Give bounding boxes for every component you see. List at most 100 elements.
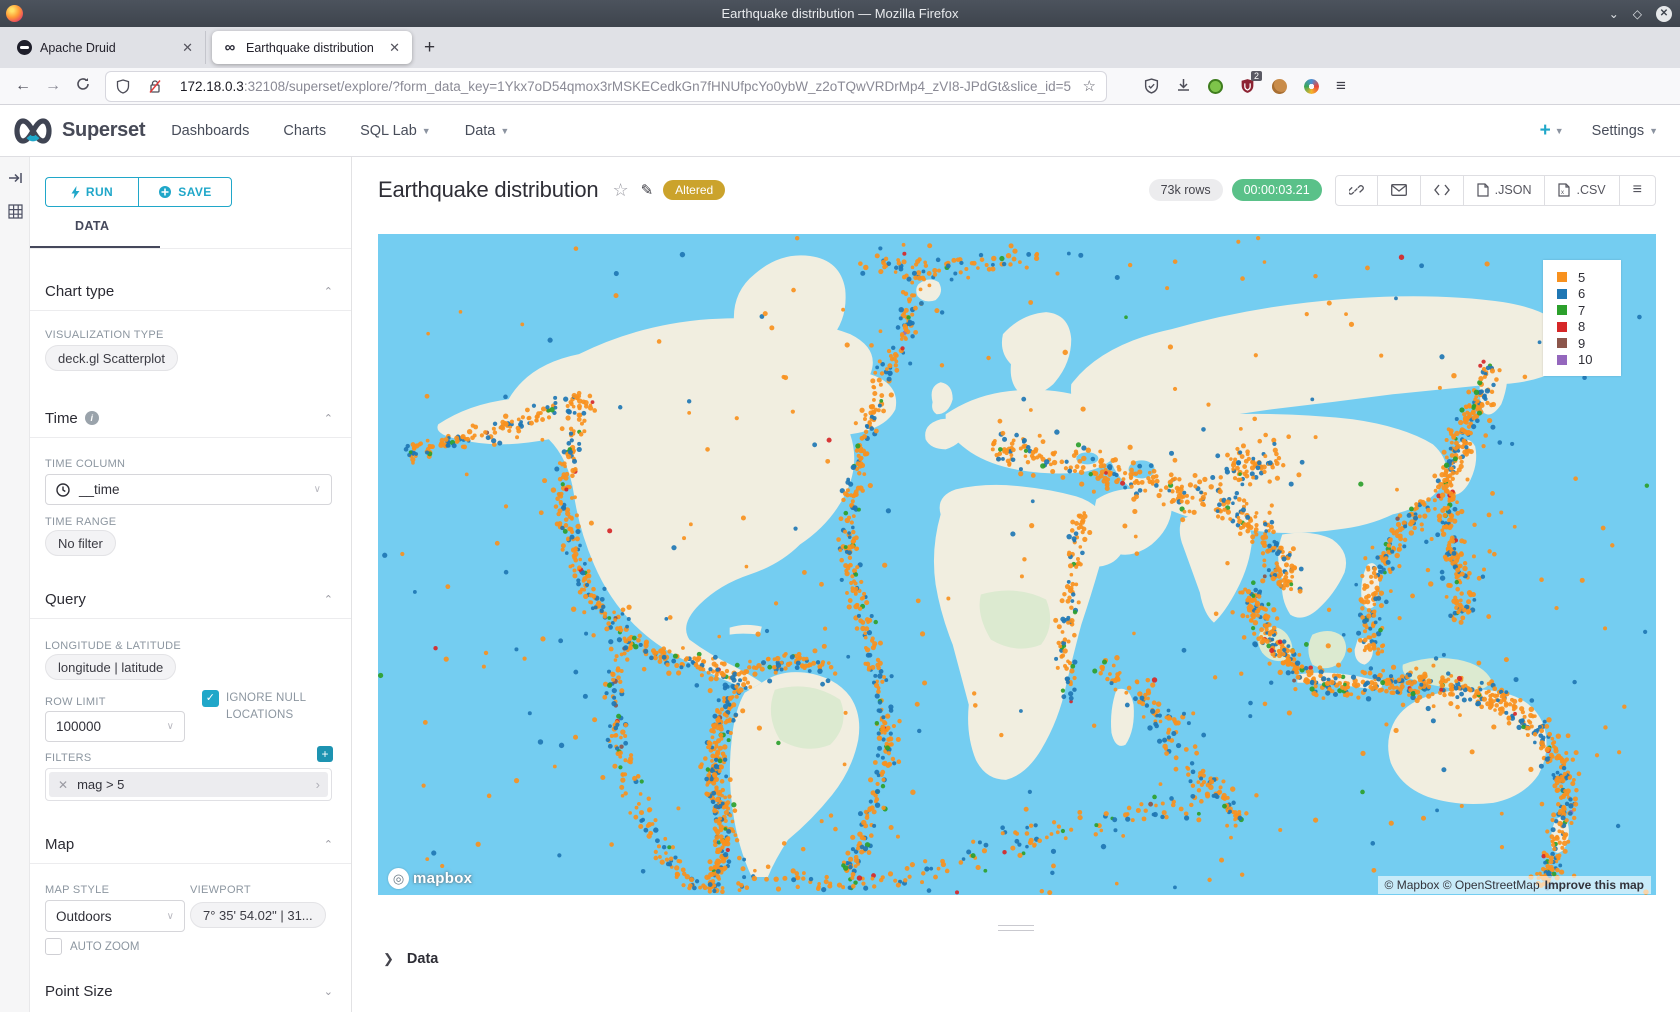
back-button[interactable]: ←	[8, 77, 38, 95]
chevron-down-icon: ▼	[500, 126, 509, 136]
data-panel-label: Data	[407, 951, 438, 967]
legend-item[interactable]: 9	[1557, 335, 1615, 352]
chevron-down-icon: ∨	[167, 721, 174, 732]
ignore-null-control[interactable]: ✓ IGNORE NULL LOCATIONS	[202, 690, 328, 724]
legend-item[interactable]: 5	[1557, 269, 1615, 286]
collapse-panel-icon[interactable]	[0, 166, 30, 190]
lonlat-value[interactable]: longitude | latitude	[45, 654, 176, 680]
data-panel-toggle[interactable]: ❯ Data	[383, 951, 438, 967]
mapbox-logo[interactable]: ◎ mapbox	[388, 868, 472, 889]
tab-close-icon[interactable]: ✕	[180, 40, 195, 56]
time-range-value[interactable]: No filter	[45, 530, 116, 556]
section-time[interactable]: Timei ⌃	[45, 399, 333, 437]
link-icon	[1349, 183, 1364, 198]
url-text[interactable]: 172.18.0.3:32108/superset/explore/?form_…	[180, 79, 1075, 94]
chevron-down-icon: ▼	[1649, 126, 1658, 136]
legend-swatch	[1557, 338, 1567, 348]
run-button[interactable]: RUN	[45, 177, 138, 207]
superset-logo[interactable]: Superset	[10, 116, 145, 146]
map-canvas[interactable]: 5678910 ◎ mapbox © Mapbox © OpenStreetMa…	[378, 234, 1656, 895]
legend-item[interactable]: 6	[1557, 286, 1615, 303]
code-icon	[1434, 184, 1450, 196]
short-link-button[interactable]	[1336, 176, 1378, 205]
add-new-button[interactable]: +▼	[1540, 120, 1564, 142]
legend-label: 10	[1578, 352, 1592, 367]
view-query-button[interactable]	[1421, 176, 1464, 205]
nav-sql-lab[interactable]: SQL Lab▼	[360, 123, 431, 139]
forward-button[interactable]: →	[38, 77, 68, 95]
improve-map-link[interactable]: Improve this map	[1545, 878, 1644, 892]
filter-chip[interactable]: ✕ mag > 5 ›	[49, 772, 328, 797]
add-filter-button[interactable]: +	[317, 746, 333, 762]
chevron-up-icon: ⌃	[324, 838, 333, 851]
edit-properties-icon[interactable]: ✎	[641, 181, 654, 199]
nav-dashboards[interactable]: Dashboards	[171, 123, 249, 139]
export-json-button[interactable]: .JSON	[1464, 176, 1546, 205]
maximize-button[interactable]: ◇	[1633, 7, 1642, 21]
control-panel: RUN SAVE DATA Chart type⌃ VISUALIZATION …	[30, 157, 352, 1012]
ublock-icon[interactable]: 2	[1240, 78, 1255, 94]
reload-button[interactable]	[68, 77, 98, 96]
brand-name: Superset	[62, 119, 145, 142]
file-icon	[1477, 183, 1489, 197]
map-style-select[interactable]: Outdoors∨	[45, 900, 185, 932]
ublock-badge: 2	[1251, 71, 1262, 81]
chevron-down-icon: ∨	[314, 484, 321, 495]
menu-icon[interactable]: ≡	[1336, 76, 1346, 96]
minimize-button[interactable]: ⌄	[1609, 7, 1619, 21]
settings-menu[interactable]: Settings▼	[1592, 123, 1658, 139]
legend-item[interactable]: 7	[1557, 302, 1615, 319]
row-count-badge: 73k rows	[1149, 179, 1223, 201]
viewport-value[interactable]: 7° 35' 54.02" | 31...	[190, 902, 326, 928]
pocket-shield-icon[interactable]	[1144, 78, 1159, 94]
checkbox-checked-icon[interactable]: ✓	[202, 690, 219, 707]
more-options-button[interactable]: ≡	[1620, 176, 1655, 205]
export-csv-button[interactable]: x .CSV	[1545, 176, 1619, 205]
viz-type-value[interactable]: deck.gl Scatterplot	[45, 345, 178, 371]
colorways-icon[interactable]	[1304, 79, 1319, 94]
section-map[interactable]: Map⌃	[45, 825, 333, 863]
bookmark-star-icon[interactable]: ☆	[1083, 77, 1096, 95]
section-query[interactable]: Query⌃	[45, 580, 333, 618]
time-column-label: TIME COLUMN	[45, 458, 125, 470]
tab-data[interactable]: DATA	[75, 219, 109, 233]
extension-green-icon[interactable]	[1208, 79, 1223, 94]
attribution-text[interactable]: © Mapbox © OpenStreetMap	[1385, 878, 1540, 892]
save-button[interactable]: SAVE	[138, 177, 232, 207]
remove-filter-icon[interactable]: ✕	[49, 778, 77, 792]
section-point-size[interactable]: Point Size⌄	[45, 972, 333, 1010]
nav-charts[interactable]: Charts	[283, 123, 326, 139]
close-button[interactable]: ✕	[1656, 6, 1672, 22]
cookie-extension-icon[interactable]	[1272, 79, 1287, 94]
legend-swatch	[1557, 289, 1567, 299]
svg-text:x: x	[1561, 190, 1564, 196]
tab-earthquake-distribution[interactable]: ∞ Earthquake distribution ✕	[212, 31, 412, 64]
viz-type-label: VISUALIZATION TYPE	[45, 329, 164, 341]
nav-data[interactable]: Data▼	[465, 123, 510, 139]
time-column-select[interactable]: __time∨	[45, 474, 332, 505]
favorite-star-icon[interactable]: ☆	[612, 180, 628, 201]
legend-item[interactable]: 8	[1557, 319, 1615, 336]
titlebar: Earthquake distribution — Mozilla Firefo…	[0, 0, 1680, 27]
checkbox-unchecked-icon[interactable]	[45, 938, 62, 955]
url-bar[interactable]: 172.18.0.3:32108/superset/explore/?form_…	[106, 72, 1106, 101]
tab-close-icon[interactable]: ✕	[387, 40, 402, 56]
dataset-grid-icon[interactable]	[0, 199, 30, 223]
tab-apache-druid[interactable]: Apache Druid ✕	[6, 31, 206, 64]
lock-disabled-icon[interactable]	[148, 79, 171, 94]
chevron-right-icon[interactable]: ›	[308, 777, 328, 792]
shield-icon[interactable]	[116, 79, 139, 94]
downloads-icon[interactable]	[1176, 78, 1191, 94]
chart-area: Earthquake distribution ☆ ✎ Altered 73k …	[352, 157, 1680, 1012]
resize-handle[interactable]	[998, 925, 1034, 935]
embed-email-button[interactable]	[1378, 176, 1421, 205]
new-tab-button[interactable]: +	[424, 37, 435, 59]
section-chart-type[interactable]: Chart type⌃	[45, 272, 333, 310]
legend-swatch	[1557, 305, 1567, 315]
filter-container: ✕ mag > 5 ›	[45, 768, 332, 801]
app-window: Earthquake distribution — Mozilla Firefo…	[0, 0, 1680, 1012]
legend-item[interactable]: 10	[1557, 352, 1615, 369]
row-limit-select[interactable]: 100000∨	[45, 711, 185, 742]
auto-zoom-control[interactable]: AUTO ZOOM	[45, 938, 139, 955]
world-map	[378, 234, 1656, 895]
